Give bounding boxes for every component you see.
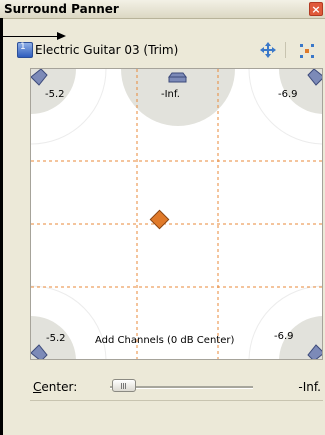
move-icon[interactable] — [259, 41, 277, 59]
front-left-level: -5.2 — [45, 89, 65, 100]
pointer-arrow-line — [0, 36, 58, 37]
center-label-text: enter: — [41, 380, 78, 394]
title-bar[interactable]: Surround Panner × — [0, 0, 325, 19]
pan-point-icon — [149, 209, 170, 230]
surround-panner-field[interactable]: -5.2 -Inf. -6.9 -5.2 -6.9 Add Channels (… — [30, 68, 323, 360]
front-right-level: -6.9 — [278, 89, 298, 100]
left-window-edge — [0, 18, 3, 435]
close-icon[interactable]: × — [309, 2, 323, 16]
pointer-arrow-head-icon — [57, 32, 66, 40]
track-icon: 1 — [17, 42, 33, 58]
mode-icon[interactable] — [299, 43, 315, 59]
front-center-level: -Inf. — [161, 89, 180, 100]
toolbar-separator — [285, 42, 286, 58]
bottom-divider — [30, 400, 323, 401]
rear-right-level: -6.9 — [274, 331, 294, 342]
surround-panner-window: Surround Panner × 1 Electric Guitar 03 (… — [0, 0, 325, 435]
center-label: Center: — [33, 380, 77, 394]
track-header: 1 Electric Guitar 03 (Trim) — [3, 40, 325, 62]
window-title: Surround Panner — [4, 2, 119, 16]
center-value: -Inf. — [298, 380, 321, 394]
track-name: Electric Guitar 03 (Trim) — [35, 43, 179, 57]
panner-graphic — [31, 69, 322, 359]
center-slider-thumb[interactable] — [112, 379, 136, 392]
add-channels-label: Add Channels (0 dB Center) — [95, 335, 235, 346]
rear-left-level: -5.2 — [46, 333, 66, 344]
